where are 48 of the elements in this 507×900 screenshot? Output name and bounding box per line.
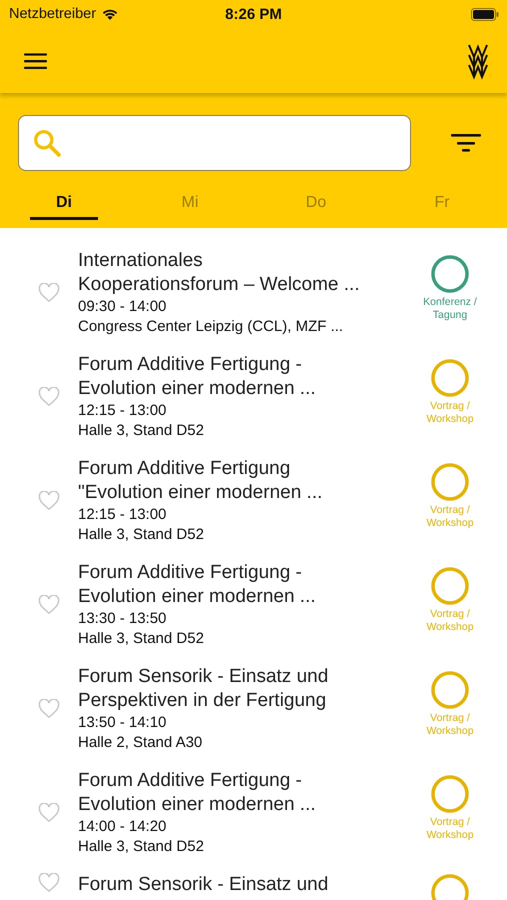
menu-icon[interactable]	[24, 52, 47, 70]
wifi-icon	[101, 7, 120, 21]
category-label: Vortrag / Workshop	[425, 816, 475, 842]
event-title[interactable]: Forum Sensorik - Einsatz und	[78, 665, 400, 689]
status-time: 8:26 PM	[225, 6, 282, 22]
event-title[interactable]: Forum Additive Fertigung -	[78, 769, 400, 793]
event-title[interactable]: Forum Sensorik - Einsatz und	[78, 873, 400, 897]
event-title[interactable]: Forum Additive Fertigung	[78, 457, 400, 481]
category-label: Vortrag / Workshop	[425, 504, 475, 530]
event-location: Congress Center Leipzig (CCL), MZF ...	[78, 317, 344, 337]
event-time: 13:30 - 13:50	[78, 609, 168, 629]
heart-icon[interactable]	[38, 595, 60, 615]
heart-icon[interactable]	[38, 699, 60, 719]
category-label: Vortrag / Workshop	[425, 712, 475, 738]
heart-icon[interactable]	[38, 873, 60, 893]
event-title[interactable]: Forum Additive Fertigung -	[78, 561, 400, 585]
event-location: Halle 3, Stand D52	[78, 525, 205, 545]
heart-icon[interactable]	[38, 803, 60, 823]
category-label: Vortrag / Workshop	[425, 400, 475, 426]
filter-icon[interactable]	[451, 133, 481, 153]
category-label: Vortrag / Workshop	[425, 608, 475, 634]
heart-icon[interactable]	[38, 283, 60, 303]
event-time: 09:30 - 14:00	[78, 297, 168, 317]
event-title[interactable]: Evolution einer modernen ...	[78, 793, 400, 817]
battery-icon	[471, 8, 499, 20]
event-time: 12:15 - 13:00	[78, 505, 168, 525]
carrier-name: Netzbetreiber	[9, 6, 96, 22]
event-title[interactable]: Perspektiven in der Fertigung	[78, 689, 400, 713]
event-location: Halle 3, Stand D52	[78, 837, 205, 857]
logo-icon	[467, 42, 489, 80]
event-time: 14:00 - 14:20	[78, 817, 168, 837]
event-title[interactable]: Internationales	[78, 249, 400, 273]
day-tab[interactable]: Di	[30, 180, 98, 220]
heart-icon[interactable]	[38, 491, 60, 511]
search-icon	[33, 129, 61, 157]
event-title[interactable]: "Evolution einer modernen ...	[78, 481, 400, 505]
event-location: Halle 2, Stand A30	[78, 733, 204, 753]
event-location: Halle 3, Stand D52	[78, 421, 205, 441]
heart-icon[interactable]	[38, 387, 60, 407]
event-title[interactable]: Evolution einer modernen ...	[78, 377, 400, 401]
search-field[interactable]	[18, 115, 411, 171]
event-location: Halle 3, Stand D52	[78, 629, 205, 649]
event-title[interactable]: Evolution einer modernen ...	[78, 585, 400, 609]
event-title[interactable]: Kooperationsforum – Welcome ...	[78, 273, 400, 297]
event-time: 12:15 - 13:00	[78, 401, 168, 421]
event-time: 13:50 - 14:10	[78, 713, 168, 733]
event-title[interactable]: Forum Additive Fertigung -	[78, 353, 400, 377]
category-label: Konferenz / Tagung	[422, 296, 478, 322]
